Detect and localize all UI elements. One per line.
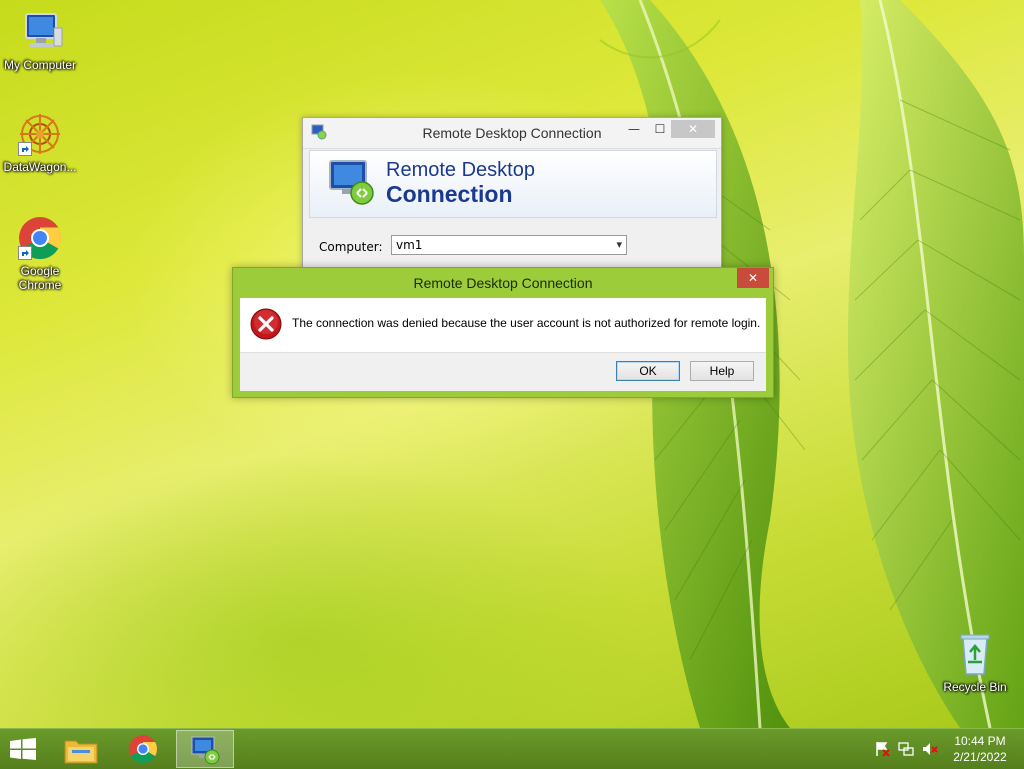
clock-time[interactable]: 10:44 PM [940,734,1020,748]
desktop-icon-label: Google Chrome [18,264,62,292]
computer-value: vm1 [396,238,423,252]
error-dialog-body: The connection was denied because the us… [240,298,766,352]
volume-muted-icon[interactable] [922,741,938,757]
shortcut-arrow-icon [18,142,32,156]
computer-combobox[interactable]: vm1 ▾ [391,235,627,255]
desktop-icon-label: DataWagon... [3,160,77,174]
error-icon [250,308,282,340]
remote-desktop-icon [326,157,378,212]
taskbar-chrome[interactable] [114,730,172,768]
desktop-icon-google-chrome[interactable]: Google Chrome [0,214,80,292]
error-message: The connection was denied because the us… [292,316,761,330]
computer-label: Computer: [319,240,383,254]
banner-title-line2: Connection [386,181,513,207]
network-icon[interactable] [898,741,914,757]
minimize-button[interactable]: — [621,120,647,138]
rdc-window[interactable]: Remote Desktop Connection — ☐ ✕ Remote D… [302,117,722,277]
file-explorer-icon [64,735,98,768]
windows-start-icon [10,738,36,763]
desktop-icon-label: Recycle Bin [943,680,1007,694]
close-button[interactable]: ✕ [737,268,769,288]
start-button[interactable] [0,730,48,768]
desktop: My Computer DataWagon... Google Chrome R… [0,0,1024,728]
action-center-flag-icon[interactable] [874,741,890,757]
error-dialog-footer: OK Help [240,352,766,391]
help-button[interactable]: Help [690,361,754,381]
banner-title-line1: Remote Desktop [386,159,535,181]
recycle-bin-icon [951,630,999,678]
maximize-button[interactable]: ☐ [647,120,673,138]
taskbar: 10:44 PM 2/21/2022 [0,728,1024,769]
desktop-icon-my-computer[interactable]: My Computer [0,8,80,72]
desktop-icon-recycle-bin[interactable]: Recycle Bin [935,630,1015,694]
chevron-down-icon[interactable]: ▾ [616,236,622,254]
rdc-titlebar[interactable]: Remote Desktop Connection — ☐ ✕ [303,118,721,149]
shortcut-arrow-icon [18,246,32,260]
taskbar-file-explorer[interactable] [52,730,110,768]
monitor-icon [16,8,64,56]
error-dialog[interactable]: Remote Desktop Connection ✕ The connecti… [232,267,774,398]
chrome-icon [128,734,158,767]
taskbar-remote-desktop[interactable] [176,730,234,768]
error-dialog-title: Remote Desktop Connection [413,275,593,291]
ok-button[interactable]: OK [616,361,680,381]
rdc-banner: Remote Desktop Connection [309,150,717,218]
datawagon-icon [16,110,64,158]
desktop-icon-datawagon[interactable]: DataWagon... [0,110,80,174]
clock-date[interactable]: 2/21/2022 [940,750,1020,764]
desktop-icon-label: My Computer [3,58,77,72]
remote-desktop-icon [190,735,220,768]
close-button[interactable]: ✕ [671,120,715,138]
chrome-icon [16,214,64,262]
